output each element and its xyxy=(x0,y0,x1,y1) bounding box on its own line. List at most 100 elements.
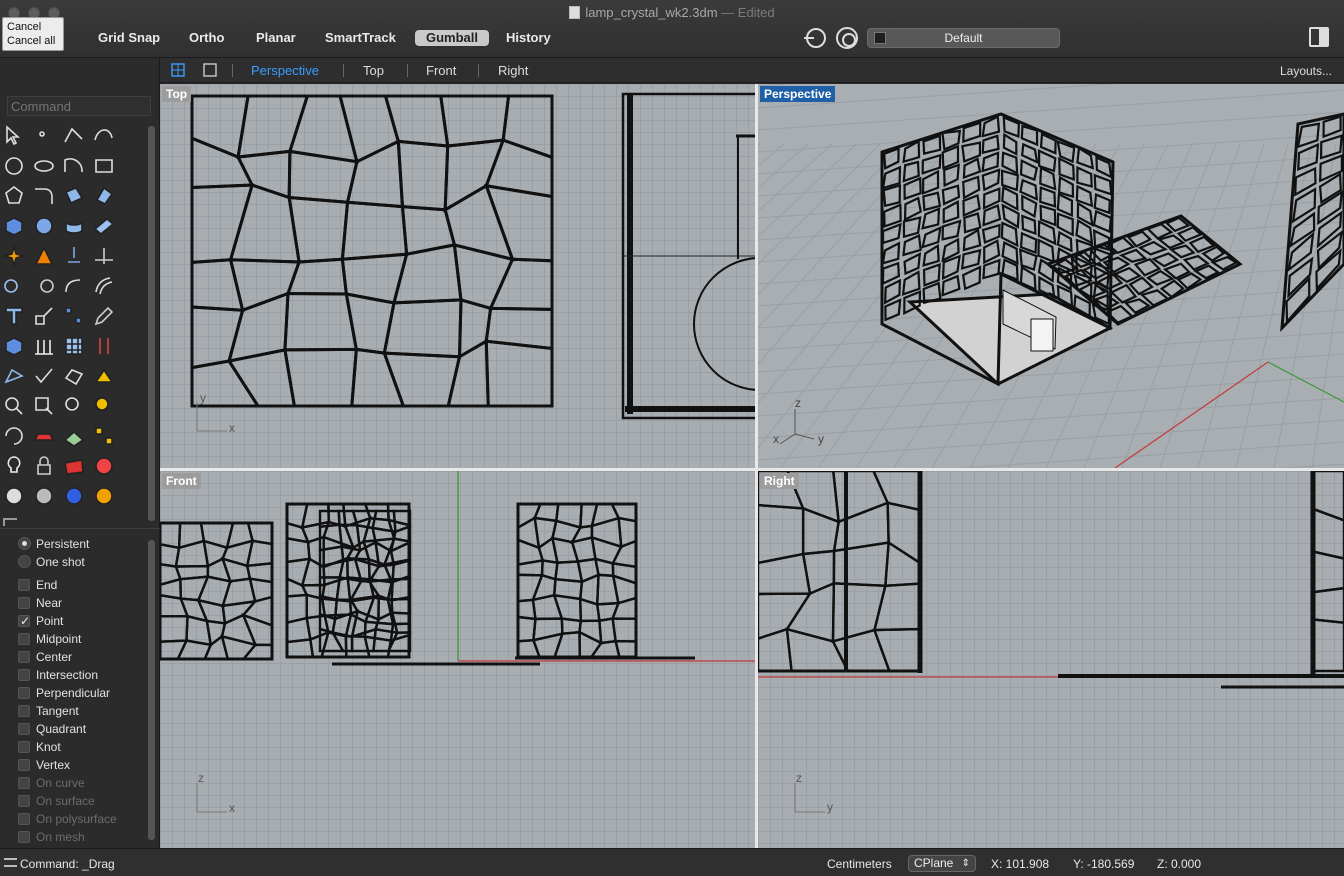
gumball-toggle[interactable]: Gumball xyxy=(415,30,490,46)
shade-icon[interactable] xyxy=(62,364,88,388)
point-icon[interactable] xyxy=(32,124,58,148)
pen-edit-icon[interactable] xyxy=(92,304,118,328)
cancel-all-button[interactable]: Cancel all xyxy=(7,34,59,48)
checkbox[interactable] xyxy=(18,612,30,630)
single-viewport-icon[interactable] xyxy=(203,63,217,77)
units-label[interactable]: Centimeters xyxy=(827,857,892,871)
checkbox[interactable] xyxy=(18,633,30,645)
menu-lines-icon[interactable] xyxy=(4,858,17,867)
rectangle-icon[interactable] xyxy=(92,154,118,178)
viewport-label-front[interactable]: Front xyxy=(162,473,201,489)
rotate-view-icon[interactable] xyxy=(2,424,28,448)
extrude-arrows-icon[interactable] xyxy=(32,334,58,358)
checkbox[interactable] xyxy=(18,723,30,735)
tab-right[interactable]: Right xyxy=(498,63,528,78)
perspective-viewport[interactable]: z y x Perspective xyxy=(758,84,1344,468)
checkbox[interactable] xyxy=(18,813,30,825)
car-icon[interactable] xyxy=(32,424,58,448)
plane-icon[interactable] xyxy=(92,214,118,238)
polyline-icon[interactable] xyxy=(62,124,88,148)
blend-icon[interactable] xyxy=(32,244,58,268)
split-icon[interactable] xyxy=(92,244,118,268)
analyze-icon[interactable] xyxy=(2,364,28,388)
layer-selector[interactable]: Default xyxy=(867,28,1060,48)
checkbox[interactable] xyxy=(18,795,30,807)
color-wheel-icon[interactable] xyxy=(92,454,118,478)
solid-box-icon[interactable] xyxy=(2,334,28,358)
checkbox[interactable] xyxy=(18,831,30,843)
checkbox[interactable] xyxy=(18,759,30,771)
circle-icon[interactable] xyxy=(2,154,28,178)
target-icon[interactable] xyxy=(836,27,858,49)
scale-icon[interactable] xyxy=(32,304,58,328)
ellipse-icon[interactable] xyxy=(32,154,58,178)
viewport-splitter-vertical[interactable] xyxy=(755,84,758,848)
top-viewport[interactable]: y x Top xyxy=(160,84,755,468)
arc-icon[interactable] xyxy=(62,154,88,178)
array-icon[interactable] xyxy=(62,304,88,328)
grid-array-icon[interactable] xyxy=(62,334,88,358)
surface-icon[interactable] xyxy=(62,184,88,208)
zoom-selected-icon[interactable] xyxy=(92,394,118,418)
checkbox[interactable] xyxy=(18,687,30,699)
checkbox[interactable] xyxy=(18,669,30,681)
radio-button[interactable] xyxy=(18,537,31,550)
tab-top[interactable]: Top xyxy=(363,63,384,78)
cplane-icon[interactable] xyxy=(62,424,88,448)
planar-toggle[interactable]: Planar xyxy=(256,30,296,46)
osnap-icon[interactable] xyxy=(804,28,826,48)
cplane-dropdown[interactable]: CPlane ⇕ xyxy=(908,855,976,872)
tool-palette-scrollbar[interactable] xyxy=(148,126,155,521)
layouts-button[interactable]: Layouts... xyxy=(1280,64,1332,78)
checkbox[interactable] xyxy=(18,741,30,753)
grid-snap-toggle[interactable]: Grid Snap xyxy=(98,30,160,46)
polygon-icon[interactable] xyxy=(2,184,28,208)
environment-icon[interactable] xyxy=(32,484,58,508)
right-viewport[interactable]: z y Right xyxy=(758,471,1344,848)
named-view-icon[interactable] xyxy=(92,424,118,448)
checkbox[interactable] xyxy=(18,579,30,591)
render-icon[interactable] xyxy=(92,364,118,388)
box-icon[interactable] xyxy=(2,214,28,238)
offset-icon[interactable] xyxy=(92,274,118,298)
checkbox[interactable] xyxy=(18,777,30,789)
render-sphere-icon[interactable] xyxy=(62,484,88,508)
checkbox[interactable] xyxy=(18,705,30,717)
lock-icon[interactable] xyxy=(32,454,58,478)
sphere-icon[interactable] xyxy=(32,214,58,238)
checkbox[interactable] xyxy=(18,597,30,609)
select-arrow-icon[interactable] xyxy=(2,124,28,148)
fillet-curve-icon[interactable] xyxy=(32,184,58,208)
checkbox[interactable] xyxy=(18,651,30,663)
radio-button[interactable] xyxy=(18,555,31,568)
dimension-icon[interactable] xyxy=(92,334,118,358)
viewport-label-perspective[interactable]: Perspective xyxy=(760,86,836,102)
zoom-icon[interactable] xyxy=(2,394,28,418)
ortho-toggle[interactable]: Ortho xyxy=(189,30,224,46)
osnap-scrollbar[interactable] xyxy=(148,540,155,840)
boolean-diff-icon[interactable] xyxy=(32,274,58,298)
front-viewport[interactable]: z x Front xyxy=(160,471,755,848)
material-sphere-icon[interactable] xyxy=(2,484,28,508)
explode-icon[interactable] xyxy=(2,244,28,268)
sidebar-panel-icon[interactable] xyxy=(1309,27,1329,47)
viewport-label-top[interactable]: Top xyxy=(162,86,192,102)
smarttrack-toggle[interactable]: SmartTrack xyxy=(325,30,396,46)
text-icon[interactable] xyxy=(2,304,28,328)
project-icon[interactable] xyxy=(62,244,88,268)
light-bulb-icon[interactable] xyxy=(2,454,28,478)
viewport-label-right[interactable]: Right xyxy=(760,473,799,489)
four-viewport-icon[interactable] xyxy=(171,63,185,77)
command-input[interactable] xyxy=(7,96,151,116)
render-settings-icon[interactable] xyxy=(92,484,118,508)
tab-front[interactable]: Front xyxy=(426,63,456,78)
check-icon[interactable] xyxy=(32,364,58,388)
tab-perspective[interactable]: Perspective xyxy=(251,63,319,78)
curve-icon[interactable] xyxy=(92,124,118,148)
fillet-edge-icon[interactable] xyxy=(62,274,88,298)
extrude-icon[interactable] xyxy=(92,184,118,208)
viewport-splitter-horizontal[interactable] xyxy=(160,468,1344,471)
zoom-extents-icon[interactable] xyxy=(62,394,88,418)
layer-icon[interactable] xyxy=(62,454,88,478)
zoom-window-icon[interactable] xyxy=(32,394,58,418)
